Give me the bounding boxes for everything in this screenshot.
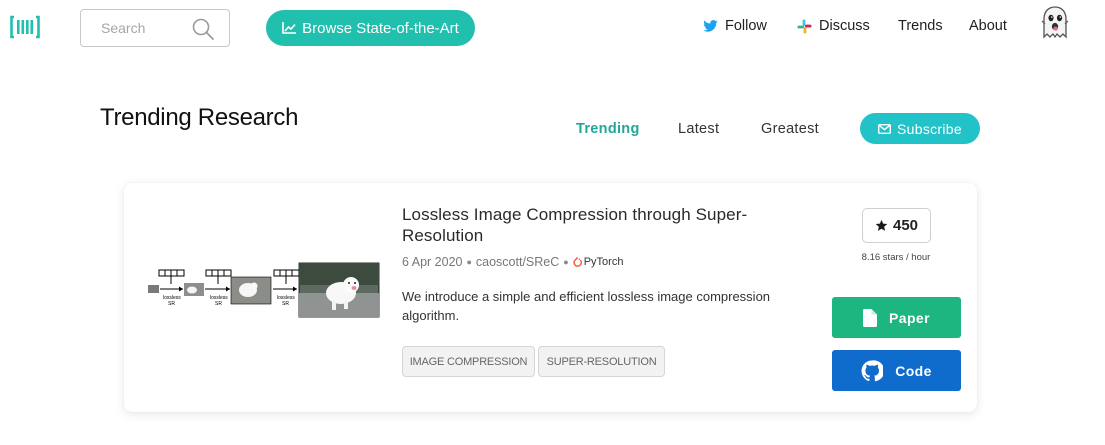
thumb-label-sr: SR	[168, 301, 175, 307]
tag-image-compression[interactable]: IMAGE COMPRESSION	[402, 346, 535, 377]
twitter-icon	[703, 20, 718, 32]
browse-sota-label: Browse State-of-the-Art	[302, 19, 459, 37]
paper-card: lossless SR lossless SR lossless SR Loss…	[124, 183, 977, 412]
top-navbar: Browse State-of-the-Art Follow Discuss T…	[0, 0, 1105, 56]
meta-separator: ●	[563, 257, 569, 267]
chart-icon	[282, 22, 297, 34]
tab-latest[interactable]: Latest	[678, 121, 719, 137]
tag-super-resolution[interactable]: SUPER-RESOLUTION	[538, 346, 665, 377]
nav-trends-link[interactable]: Trends	[898, 18, 943, 34]
framework-label: PyTorch	[583, 256, 624, 268]
code-button-label: Code	[895, 362, 932, 379]
page-title: Trending Research	[100, 104, 299, 131]
nav-discuss-label: Discuss	[819, 18, 870, 34]
envelope-icon	[878, 123, 892, 134]
nav-follow-label: Follow	[725, 18, 767, 34]
paper-date: 6 Apr 2020	[402, 255, 463, 269]
paper-title-link[interactable]: Lossless Image Compression through Super…	[402, 204, 802, 246]
paper-thumbnail[interactable]: lossless SR lossless SR lossless SR	[146, 257, 381, 319]
pytorch-icon	[573, 256, 582, 267]
stars-rate: 8.16 stars / hour	[861, 252, 931, 263]
search-box	[80, 9, 231, 47]
meta-separator: ●	[466, 257, 472, 267]
subscribe-button[interactable]: Subscribe	[860, 113, 980, 144]
paper-repo-link[interactable]: caoscott/SReC	[476, 255, 559, 269]
browse-sota-button[interactable]: Browse State-of-the-Art	[266, 10, 475, 46]
tab-trending[interactable]: Trending	[576, 121, 640, 137]
nav-follow-link[interactable]: Follow	[703, 18, 767, 34]
avatar-ghost-icon[interactable]	[1037, 4, 1073, 40]
slack-icon	[797, 18, 812, 34]
file-icon	[863, 308, 878, 327]
paper-abstract: We introduce a simple and efficient loss…	[402, 289, 771, 323]
stars-badge[interactable]: 450	[862, 208, 931, 243]
subscribe-label: Subscribe	[897, 120, 962, 137]
thumb-label-sr: SR	[282, 301, 289, 307]
code-button[interactable]: Code	[832, 350, 961, 391]
logo-icon[interactable]	[10, 14, 40, 40]
framework-badge: PyTorch	[573, 256, 624, 268]
thumb-label-sr: SR	[215, 301, 222, 307]
tab-greatest[interactable]: Greatest	[761, 121, 819, 137]
github-icon	[861, 359, 884, 381]
paper-meta: 6 Apr 2020 ● caoscott/SReC ● PyTorch	[402, 255, 623, 269]
nav-trends-label: Trends	[898, 18, 943, 34]
paper-button-label: Paper	[889, 309, 930, 326]
stars-count: 450	[892, 217, 919, 234]
search-icon[interactable]	[191, 17, 215, 41]
paper-button[interactable]: Paper	[832, 297, 961, 338]
nav-about-link[interactable]: About	[969, 18, 1007, 34]
star-icon	[875, 219, 888, 231]
nav-about-label: About	[969, 18, 1007, 34]
nav-discuss-link[interactable]: Discuss	[797, 18, 870, 34]
